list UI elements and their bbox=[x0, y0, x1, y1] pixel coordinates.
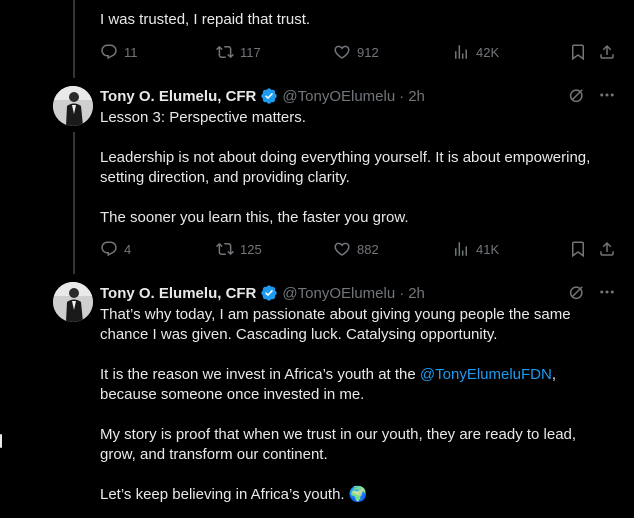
views-icon bbox=[455, 45, 467, 59]
tweet-actions: 4 125 882 41K bbox=[100, 240, 616, 260]
like-button[interactable]: 912 bbox=[333, 43, 379, 61]
handle[interactable]: @TonyOElumelu bbox=[282, 285, 395, 302]
grok-icon[interactable] bbox=[568, 283, 586, 301]
thread-line bbox=[73, 132, 75, 274]
retweet-icon bbox=[216, 242, 234, 256]
grok-icon[interactable] bbox=[568, 86, 586, 104]
views-count: 41K bbox=[476, 241, 500, 257]
separator-dot: · bbox=[399, 87, 405, 105]
bookmark-button[interactable] bbox=[569, 240, 587, 258]
timestamp[interactable]: 2h bbox=[408, 88, 425, 105]
tweet-text: That’s why today, I am passionate about … bbox=[100, 306, 577, 503]
reply-icon bbox=[101, 241, 117, 257]
more-icon[interactable] bbox=[598, 86, 616, 104]
retweet-button[interactable]: 125 bbox=[216, 240, 262, 258]
avatar-photo bbox=[53, 282, 93, 322]
reply-button[interactable]: 4 bbox=[100, 240, 131, 258]
share-button[interactable] bbox=[598, 43, 616, 61]
handle[interactable]: @TonyOElumelu bbox=[282, 88, 395, 105]
bookmark-button[interactable] bbox=[569, 43, 587, 61]
verified-badge-icon bbox=[261, 88, 278, 104]
like-icon bbox=[334, 45, 350, 59]
retweet-button[interactable]: 117 bbox=[216, 43, 261, 61]
views-button[interactable]: 41K bbox=[452, 240, 499, 258]
views-count: 42K bbox=[476, 44, 500, 60]
views-icon bbox=[455, 242, 467, 256]
timestamp[interactable]: 2h bbox=[408, 285, 425, 302]
verified-badge-icon bbox=[261, 285, 278, 301]
reply-icon bbox=[101, 44, 117, 60]
bookmark-icon bbox=[572, 44, 584, 61]
globe-emoji: 🌍 bbox=[348, 486, 368, 503]
like-count: 882 bbox=[357, 241, 379, 257]
bookmark-icon bbox=[572, 241, 584, 258]
like-icon bbox=[334, 242, 350, 256]
display-name[interactable]: Tony O. Elumelu, CFR bbox=[100, 88, 256, 105]
share-icon bbox=[600, 44, 614, 59]
scroll-edge-marker bbox=[0, 434, 2, 448]
tweet-text: Lesson 3: Perspective matters. Leadershi… bbox=[100, 109, 591, 226]
like-count: 912 bbox=[357, 44, 379, 60]
avatar[interactable] bbox=[53, 282, 93, 322]
retweet-count: 125 bbox=[240, 241, 262, 257]
reply-count: 4 bbox=[124, 241, 132, 257]
header-icons bbox=[568, 283, 616, 301]
retweet-icon bbox=[216, 45, 234, 59]
header-icons bbox=[568, 86, 616, 104]
retweet-count: 117 bbox=[240, 44, 261, 60]
avatar-photo bbox=[53, 86, 93, 126]
share-icon bbox=[600, 241, 614, 256]
tweet-text: I was trusted, I repaid that trust. bbox=[100, 11, 311, 28]
reply-count: 11 bbox=[124, 44, 138, 60]
display-name[interactable]: Tony O. Elumelu, CFR bbox=[100, 285, 256, 302]
share-button[interactable] bbox=[598, 240, 616, 258]
mention-link[interactable]: @TonyElumeluFDN bbox=[420, 366, 552, 383]
separator-dot: · bbox=[399, 284, 405, 302]
avatar[interactable] bbox=[53, 86, 93, 126]
like-button[interactable]: 882 bbox=[333, 240, 379, 258]
tweet-header: Tony O. Elumelu, CFR @TonyOElumelu · 2h bbox=[100, 86, 616, 106]
tweet-header: Tony O. Elumelu, CFR @TonyOElumelu · 2h bbox=[100, 283, 616, 303]
thread-line bbox=[73, 0, 75, 78]
views-button[interactable]: 42K bbox=[452, 43, 499, 61]
tweet-actions: 11 117 912 42K bbox=[100, 43, 616, 63]
reply-button[interactable]: 11 bbox=[100, 43, 138, 61]
more-icon[interactable] bbox=[598, 283, 616, 301]
